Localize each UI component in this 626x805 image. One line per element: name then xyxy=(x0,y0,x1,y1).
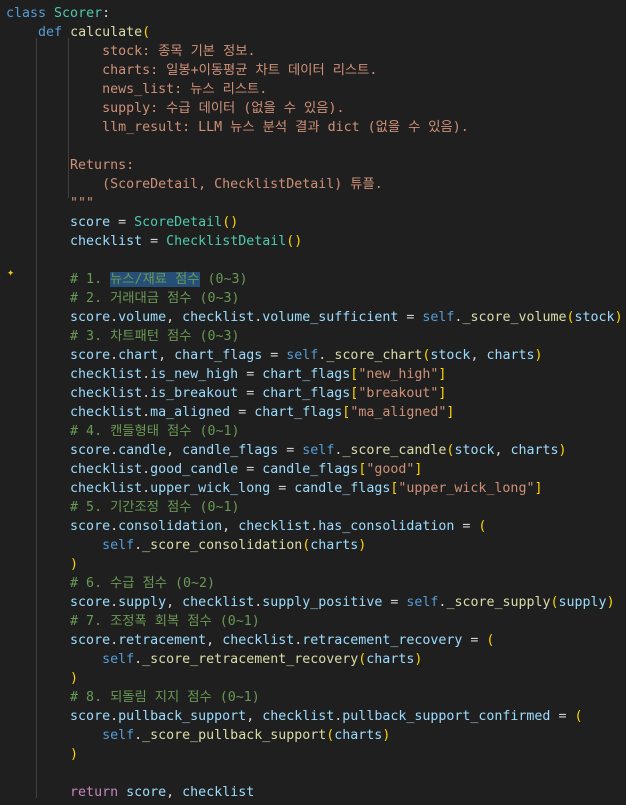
code-line[interactable]: supply: 수급 데이터 (없을 수 있음). xyxy=(6,99,344,118)
code-line[interactable]: checklist.is_breakout = chart_flags["bre… xyxy=(6,384,446,403)
code-line[interactable]: # 7. 조정폭 회복 점수 (0~1) xyxy=(6,612,260,631)
code-line[interactable]: score.chart, chart_flags = self._score_c… xyxy=(6,346,542,365)
code-line[interactable]: ) xyxy=(6,745,78,764)
code-line[interactable]: self._score_retracement_recovery(charts) xyxy=(6,650,422,669)
code-line[interactable]: # 1. 뉴스/재료 점수 (0~3) xyxy=(6,270,248,289)
code-line[interactable]: score = ScoreDetail() xyxy=(6,213,238,232)
code-line[interactable]: # 4. 캔들형태 점수 (0~1) xyxy=(6,422,239,441)
code-line[interactable]: class Scorer: xyxy=(6,4,110,23)
code-line[interactable]: self._score_consolidation(charts) xyxy=(6,536,366,555)
code-line[interactable]: # 8. 되돌림 지지 점수 (0~1) xyxy=(6,688,260,707)
code-line[interactable]: score.volume, checklist.volume_sufficien… xyxy=(6,308,623,327)
code-line[interactable]: checklist.good_candle = candle_flags["go… xyxy=(6,460,422,479)
code-line[interactable]: # 2. 거래대금 점수 (0~3) xyxy=(6,289,239,308)
text-selection: 뉴스/재료 점수 xyxy=(110,272,200,287)
code-line[interactable]: ) xyxy=(6,669,78,688)
code-line[interactable]: llm_result: LLM 뉴스 분석 결과 dict (없을 수 있음). xyxy=(6,118,469,137)
code-line[interactable]: score.consolidation, checklist.has_conso… xyxy=(6,517,486,536)
code-editor[interactable]: ✦ class Scorer: def calculate( stock: 종목… xyxy=(0,0,626,805)
code-line[interactable]: score.candle, candle_flags = self._score… xyxy=(6,441,567,460)
code-line[interactable]: stock: 종목 기본 정보. xyxy=(6,42,255,61)
code-line[interactable]: self._score_pullback_support(charts) xyxy=(6,726,390,745)
code-line[interactable]: score.retracement, checklist.retracement… xyxy=(6,631,494,650)
code-line[interactable]: # 5. 기간조정 점수 (0~1) xyxy=(6,498,239,517)
code-line[interactable]: # 3. 차트패턴 점수 (0~3) xyxy=(6,327,239,346)
code-line[interactable]: """ xyxy=(6,194,94,213)
code-line[interactable]: checklist.ma_aligned = chart_flags["ma_a… xyxy=(6,403,454,422)
code-line[interactable]: return score, checklist xyxy=(6,783,254,802)
code-line[interactable]: charts: 일봉+이동평균 차트 데이터 리스트. xyxy=(6,61,377,80)
code-line[interactable]: ) xyxy=(6,555,78,574)
code-line[interactable]: checklist.is_new_high = chart_flags["new… xyxy=(6,365,446,384)
code-line[interactable]: checklist.upper_wick_long = candle_flags… xyxy=(6,479,542,498)
code-line[interactable]: news_list: 뉴스 리스트. xyxy=(6,80,267,99)
code-line[interactable]: # 6. 수급 점수 (0~2) xyxy=(6,574,215,593)
code-line[interactable]: score.supply, checklist.supply_positive … xyxy=(6,593,615,612)
code-line[interactable]: score.pullback_support, checklist.pullba… xyxy=(6,707,582,726)
code-line[interactable]: Returns: xyxy=(6,156,134,175)
code-line[interactable]: def calculate( xyxy=(6,23,150,42)
code-line[interactable]: (ScoreDetail, ChecklistDetail) 튜플. xyxy=(6,175,383,194)
code-line[interactable]: checklist = ChecklistDetail() xyxy=(6,232,302,251)
